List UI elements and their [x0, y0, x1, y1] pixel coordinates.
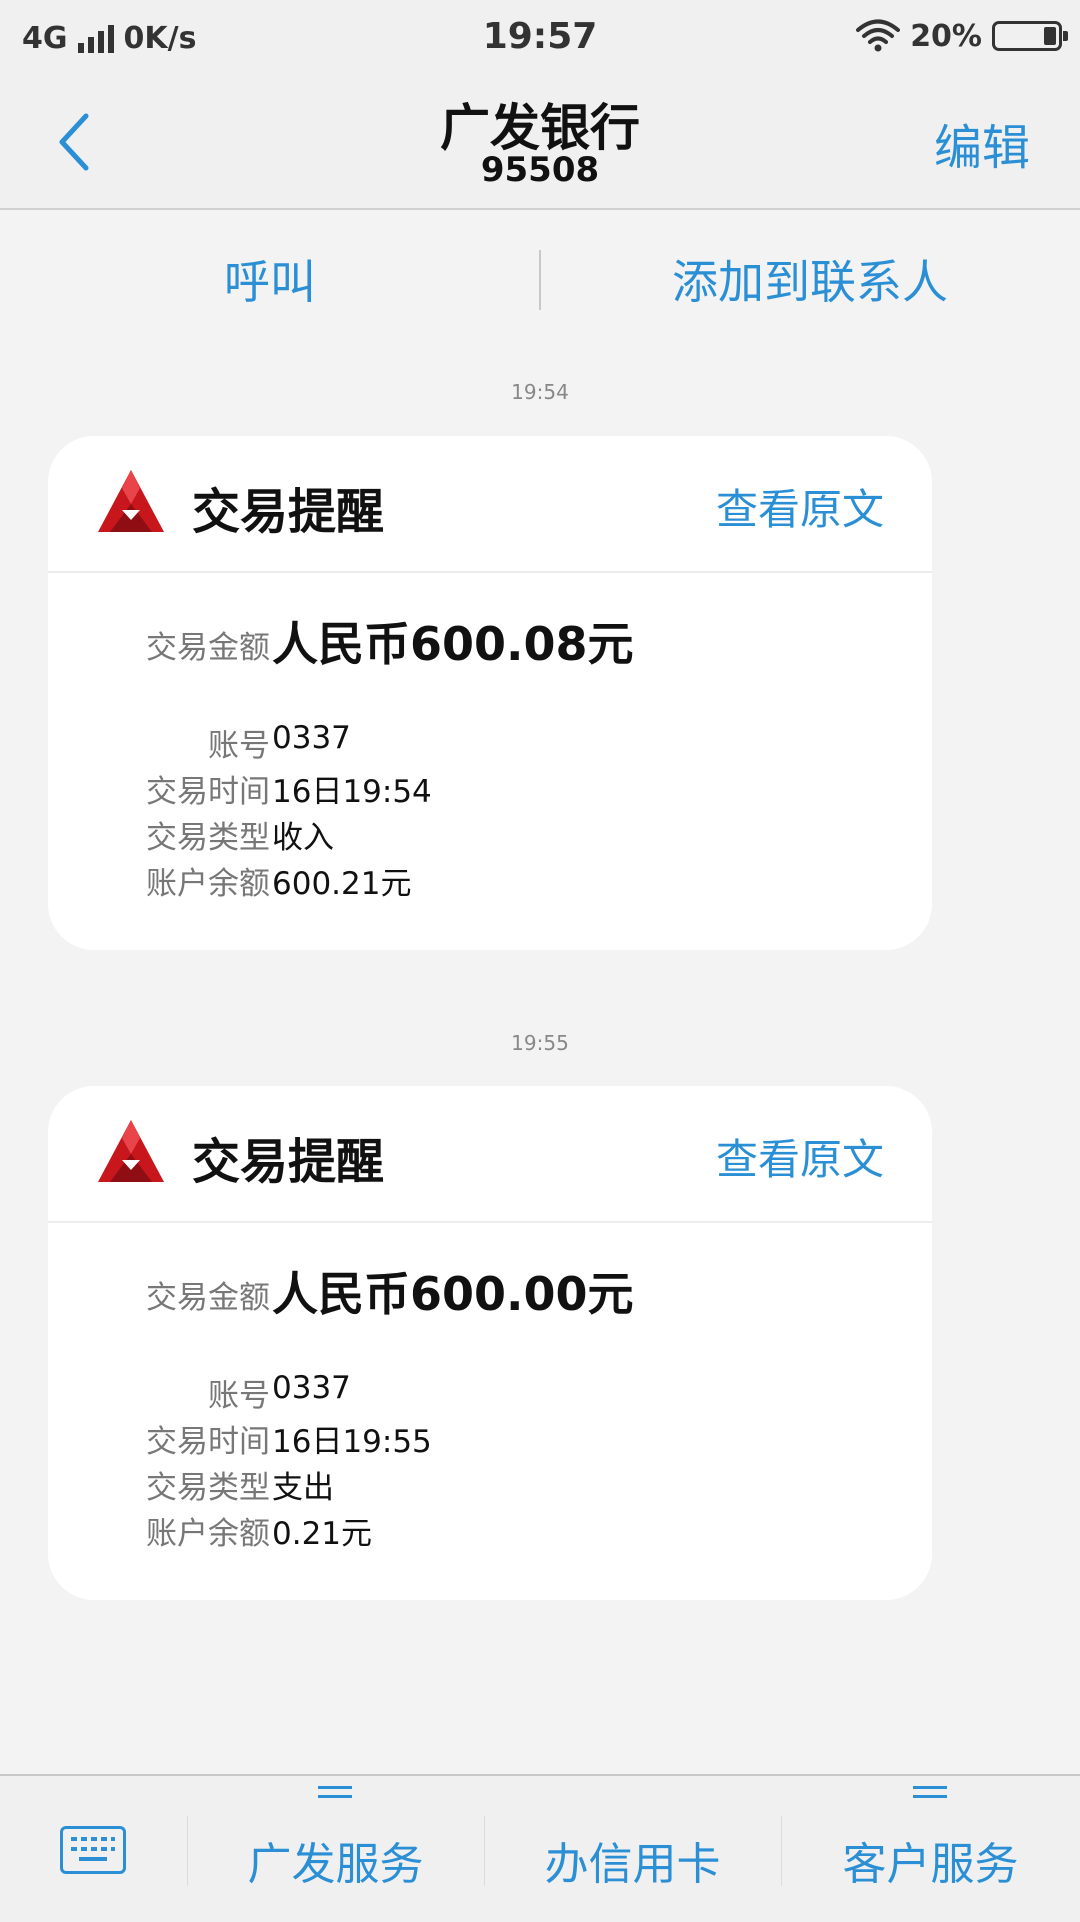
transaction-card[interactable]: 交易提醒 查看原文 交易金额 人民币600.00元 账号 0337 交易时间 1…	[48, 1086, 932, 1600]
contact-number: 95508	[480, 150, 600, 190]
menu-lines-icon	[318, 1786, 352, 1798]
card-title: 交易提醒	[192, 484, 385, 540]
edit-button[interactable]: 编辑	[934, 108, 1030, 178]
battery-icon	[992, 21, 1068, 51]
info-row: 交易类型 收入	[48, 812, 932, 858]
card-header: 交易提醒 查看原文	[48, 436, 932, 573]
add-contact-button[interactable]: 添加到联系人	[540, 246, 1080, 312]
amount-label: 交易金额	[146, 630, 270, 666]
message-timestamp: 19:54	[511, 380, 569, 404]
info-value: 0.21元	[272, 1516, 373, 1552]
keyboard-icon[interactable]	[60, 1826, 126, 1874]
info-row: 交易时间 16日19:55	[48, 1416, 932, 1462]
menu-lines-icon	[913, 1786, 947, 1798]
view-original-link[interactable]: 查看原文	[716, 1126, 884, 1187]
menu-item-credit-card[interactable]: 办信用卡	[484, 1828, 781, 1892]
battery-percent: 20%	[910, 18, 982, 54]
info-value: 16日19:54	[272, 774, 432, 810]
info-label: 账户余额	[146, 866, 270, 902]
info-row: 账户余额 600.21元	[48, 858, 932, 904]
wifi-icon	[856, 19, 901, 52]
bottom-menu-bar: 广发服务 办信用卡 客户服务	[0, 1774, 1080, 1922]
call-button[interactable]: 呼叫	[0, 246, 540, 312]
menu-item-customer-service[interactable]: 客户服务	[781, 1828, 1080, 1892]
info-row: 账号 0337	[48, 1370, 932, 1416]
info-value: 600.21元	[272, 866, 412, 902]
info-label: 账号	[208, 1378, 270, 1414]
transaction-card[interactable]: 交易提醒 查看原文 交易金额 人民币600.08元 账号 0337 交易时间 1…	[48, 436, 932, 950]
info-row: 交易时间 16日19:54	[48, 766, 932, 812]
amount-value: 人民币600.08元	[272, 617, 634, 671]
amount-label: 交易金额	[146, 1280, 270, 1316]
card-header: 交易提醒 查看原文	[48, 1086, 932, 1223]
info-row: 账号 0337	[48, 720, 932, 766]
conversation-header: 广发银行 95508 编辑	[0, 76, 1080, 210]
info-value: 收入	[272, 820, 334, 856]
info-value: 16日19:55	[272, 1424, 432, 1460]
cgb-logo-icon	[98, 470, 164, 532]
info-label: 交易时间	[146, 1424, 270, 1460]
message-timestamp: 19:55	[511, 1031, 569, 1055]
cgb-logo-icon	[98, 1120, 164, 1182]
status-bar: 4G 0K/s 19:57 20%	[0, 0, 1080, 76]
info-row: 账户余额 0.21元	[48, 1508, 932, 1554]
info-label: 交易类型	[146, 820, 270, 856]
view-original-link[interactable]: 查看原文	[716, 476, 884, 537]
info-row: 交易类型 支出	[48, 1462, 932, 1508]
menu-item-gf-services[interactable]: 广发服务	[187, 1828, 484, 1892]
info-label: 账号	[208, 728, 270, 764]
info-label: 账户余额	[146, 1516, 270, 1552]
amount-value: 人民币600.00元	[272, 1267, 634, 1321]
contact-actions: 呼叫 添加到联系人	[0, 210, 1080, 340]
info-value: 0337	[272, 1370, 351, 1406]
info-label: 交易时间	[146, 774, 270, 810]
status-right: 20%	[856, 16, 1068, 56]
battery-level	[1044, 27, 1056, 45]
info-value: 0337	[272, 720, 351, 756]
info-value: 支出	[272, 1470, 334, 1506]
info-label: 交易类型	[146, 1470, 270, 1506]
card-title: 交易提醒	[192, 1134, 385, 1190]
